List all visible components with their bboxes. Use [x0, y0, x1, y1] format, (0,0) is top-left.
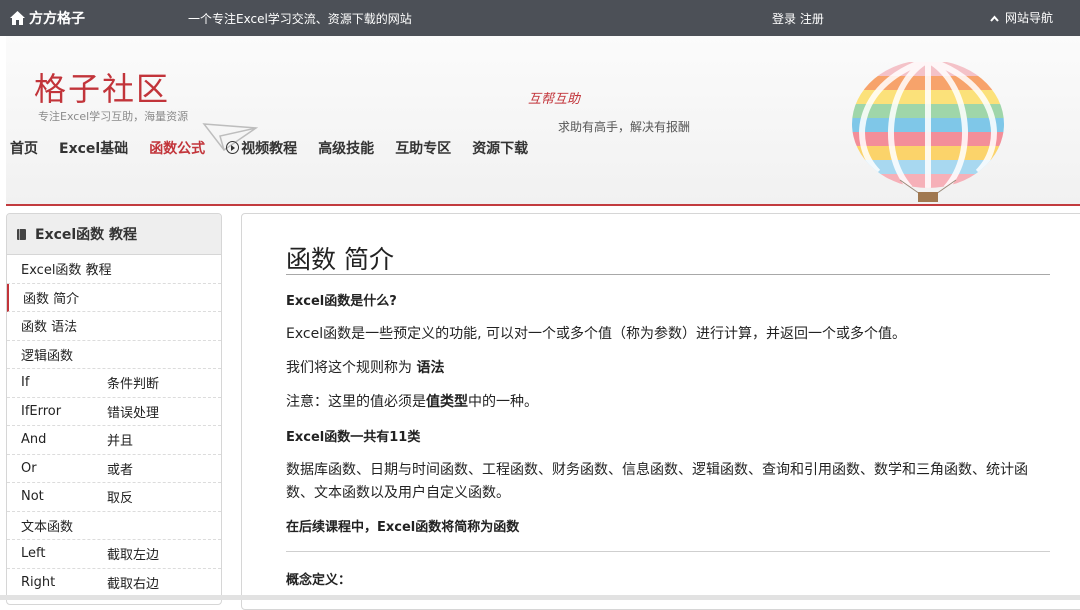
note-paragraph: 注意：这里的值必须是值类型中的一种。: [286, 391, 1046, 414]
site-nav-button[interactable]: 网站导航: [990, 9, 1053, 26]
syntax-text: 我们将这个规则称为: [286, 360, 417, 376]
play-circle-icon: [226, 141, 240, 154]
nav-help-zone[interactable]: 互助专区: [395, 138, 451, 162]
nav-functions[interactable]: 函数公式: [149, 138, 205, 162]
function-desc: 截取左边: [107, 548, 160, 564]
definition-paragraph: Excel函数是一些预定义的功能, 可以对一个或多个值（称为参数）进行计算，并返…: [286, 326, 906, 342]
sidebar-item[interactable]: Left 截取左边: [7, 540, 221, 569]
sidebar-item[interactable]: Or 或者: [7, 455, 221, 483]
function-desc: 错误处理: [107, 405, 160, 421]
sidebar-item-label: 函数 语法: [21, 320, 78, 336]
sidebar-title: Excel函数 教程: [35, 227, 138, 243]
sidebar-section-heading: 逻辑函数: [7, 341, 221, 369]
auth-links: 登录 注册: [772, 10, 824, 27]
site-tagline: 一个专注Excel学习交流、资源下载的网站: [188, 12, 412, 26]
chevron-up-icon: [990, 11, 999, 25]
site-nav-label: 网站导航: [1005, 11, 1054, 25]
book-icon: [17, 228, 26, 240]
header-banner: 格子社区 专注Excel学习互助，海量资源 互帮互助 求助有高手，解决有报酬: [6, 36, 1080, 206]
naming-note: 在后续课程中，Excel函数将简称为函数: [286, 520, 520, 535]
sidebar-item[interactable]: 函数 语法: [7, 312, 221, 341]
function-name: Not: [21, 489, 44, 505]
login-link[interactable]: 登录: [772, 12, 796, 26]
nav-video-tutorials[interactable]: 视频教程: [226, 138, 297, 162]
section-divider: [286, 551, 1050, 552]
sidebar-item[interactable]: Not 取反: [7, 483, 221, 512]
community-brand[interactable]: 格子社区: [34, 64, 170, 110]
function-desc: 条件判断: [107, 377, 160, 393]
sidebar-item[interactable]: If 条件判断: [7, 369, 221, 398]
page-title: 函数 简介: [286, 245, 394, 274]
note-text: 注意：这里的值必须是: [286, 394, 426, 410]
sidebar-item-label: Excel函数 教程: [21, 263, 112, 279]
sidebar: Excel函数 教程 Excel函数 教程 函数 简介 函数 语法 逻辑函数 I…: [6, 213, 222, 605]
note-suffix: 中的一种。: [468, 394, 538, 410]
sidebar-item-label: 函数 简介: [23, 291, 80, 307]
function-desc: 或者: [107, 462, 134, 478]
community-subtitle: 专注Excel学习互助，海量资源: [38, 110, 189, 123]
function-desc: 取反: [107, 491, 134, 507]
function-name: Left: [21, 546, 46, 562]
sidebar-section-label: 文本函数: [21, 519, 74, 535]
sidebar-item-active[interactable]: 函数 简介: [7, 283, 221, 312]
sidebar-section-heading: 文本函数: [7, 512, 221, 540]
function-name: And: [21, 432, 47, 448]
main-nav: 首页 Excel基础 函数公式 视频教程 高级技能 互助专区 资源下载: [10, 138, 549, 162]
site-logo[interactable]: 方方格子: [10, 8, 85, 29]
syntax-paragraph: 我们将这个规则称为 语法: [286, 357, 1046, 380]
function-desc: 截取右边: [107, 576, 160, 592]
sidebar-item[interactable]: IfError 错误处理: [7, 398, 221, 426]
sidebar-item[interactable]: Right 截取右边: [7, 569, 221, 597]
title-divider: [286, 274, 1050, 275]
syntax-term: 语法: [416, 360, 445, 376]
window-bottom-edge: [0, 595, 1080, 600]
top-bar: 方方格子 一个专注Excel学习交流、资源下载的网站 登录 注册 网站导航: [0, 0, 1080, 36]
concept-heading: 概念定义：: [286, 573, 352, 588]
slogan-reward: 求助有高手，解决有报酬: [558, 120, 691, 134]
site-logo-text: 方方格子: [29, 11, 85, 27]
nav-advanced-skills[interactable]: 高级技能: [318, 138, 374, 162]
nav-excel-basics[interactable]: Excel基础: [59, 138, 128, 162]
sidebar-item[interactable]: Excel函数 教程: [7, 255, 221, 284]
categories-paragraph: 数据库函数、日期与时间函数、工程函数、财务函数、信息函数、逻辑函数、查询和引用函…: [286, 462, 1028, 501]
sidebar-header: Excel函数 教程: [7, 214, 221, 255]
sidebar-section-label: 逻辑函数: [21, 348, 74, 364]
slogan-mutual-help: 互帮互助: [528, 92, 581, 107]
function-name: IfError: [21, 403, 62, 419]
value-type-term: 值类型: [426, 394, 468, 410]
function-name: Right: [21, 574, 56, 590]
categories-heading: Excel函数一共有11类: [286, 430, 421, 445]
nav-home[interactable]: 首页: [10, 138, 38, 162]
question-heading: Excel函数是什么?: [286, 294, 397, 309]
nav-video-label: 视频教程: [241, 141, 298, 157]
sidebar-item[interactable]: And 并且: [7, 426, 221, 455]
function-desc: 并且: [107, 434, 134, 450]
hot-air-balloon-icon: [848, 60, 1008, 208]
register-link[interactable]: 注册: [800, 12, 824, 26]
nav-downloads[interactable]: 资源下载: [472, 138, 528, 162]
function-name: If: [21, 375, 30, 391]
home-icon: [10, 11, 25, 29]
article-panel: 函数 简介 Excel函数是什么? Excel函数是一些预定义的功能, 可以对一…: [241, 213, 1080, 610]
function-name: Or: [21, 460, 37, 476]
